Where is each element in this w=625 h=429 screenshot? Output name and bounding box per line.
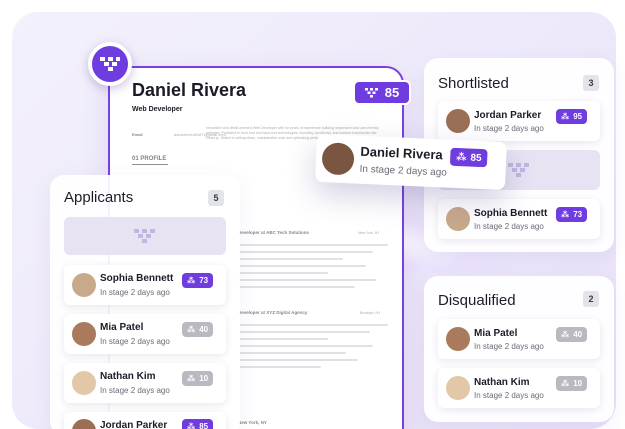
- candidate-card[interactable]: Sophia Bennett In stage 2 days ago ⁂ 73: [64, 265, 226, 305]
- candidate-score: 85: [470, 152, 482, 164]
- candidate-score-badge: ⁂ 73: [182, 273, 214, 288]
- avatar: [321, 142, 355, 176]
- drop-placeholder: [64, 217, 226, 255]
- avatar: [446, 327, 470, 351]
- score-logo-icon: ⁂: [187, 276, 196, 285]
- candidate-score: 10: [199, 374, 209, 383]
- shortlisted-count: 3: [583, 75, 599, 91]
- resume-job-location: Brooklyn, NY: [360, 311, 381, 315]
- candidate-card[interactable]: Jordan Parker In stage 2 days ago ⁂ 95: [438, 101, 600, 141]
- candidate-card[interactable]: Mia Patel In stage 2 days ago ⁂ 40: [438, 319, 600, 359]
- score-logo-icon: ⁂: [561, 379, 570, 388]
- candidate-score-badge: ⁂ 85: [182, 419, 214, 429]
- candidate-score: 95: [573, 112, 583, 121]
- candidate-name: Mia Patel: [100, 322, 144, 333]
- candidate-subtitle: In stage 2 days ago: [100, 337, 170, 346]
- avatar: [72, 371, 96, 395]
- candidate-name: Mia Patel: [474, 328, 518, 339]
- candidate-score: 40: [199, 325, 209, 334]
- disqualified-count: 2: [583, 291, 599, 307]
- avatar: [446, 376, 470, 400]
- candidate-name: Sophia Bennett: [474, 208, 548, 219]
- candidate-score-badge: ⁂ 40: [182, 322, 214, 337]
- candidate-subtitle: In stage 2 days ago: [474, 124, 544, 133]
- candidate-subtitle: In stage 2 days ago: [474, 342, 544, 351]
- brand-logo-badge: [88, 42, 132, 86]
- candidate-score-badge: ⁂ 40: [556, 327, 588, 342]
- candidate-name: Nathan Kim: [100, 371, 156, 382]
- score-logo-icon: [364, 87, 378, 97]
- candidate-name: Jordan Parker: [474, 110, 542, 121]
- candidate-subtitle: In stage 2 days ago: [474, 391, 544, 400]
- candidate-card[interactable]: Nathan Kim In stage 2 days ago ⁂ 10: [438, 368, 600, 408]
- resume-score-value: 85: [384, 85, 400, 100]
- avatar: [72, 322, 96, 346]
- avatar: [446, 109, 470, 133]
- resume-job-bullets: [238, 244, 388, 293]
- candidate-subtitle: In stage 2 days ago: [474, 222, 544, 231]
- applicants-title: Applicants: [64, 189, 134, 206]
- resume-score-badge: 85: [353, 80, 411, 105]
- candidate-name: Sophia Bennett: [100, 273, 174, 284]
- candidate-score-badge: ⁂ 73: [556, 207, 588, 222]
- score-logo-icon: ⁂: [187, 422, 196, 429]
- candidate-score-badge: ⁂ 85: [449, 147, 488, 168]
- score-logo-icon: ⁂: [187, 325, 196, 334]
- placeholder-logo-icon: [134, 229, 155, 243]
- candidate-score: 73: [573, 210, 583, 219]
- resume-job-bullets: [238, 324, 388, 373]
- resume-job-location: New York, NY: [358, 231, 380, 235]
- brand-logo-icon: [100, 57, 120, 71]
- score-logo-icon: ⁂: [561, 112, 570, 121]
- candidate-name: Jordan Parker: [100, 420, 168, 429]
- candidate-score-badge: ⁂ 10: [556, 376, 588, 391]
- candidate-subtitle: In stage 2 days ago: [359, 163, 448, 179]
- candidate-subtitle: In stage 2 days ago: [100, 288, 170, 297]
- candidate-score-badge: ⁂ 10: [182, 371, 214, 386]
- dragged-candidate-card[interactable]: Daniel Rivera In stage 2 days ago ⁂ 85: [315, 133, 507, 191]
- candidate-score: 40: [573, 330, 583, 339]
- shortlisted-title: Shortlisted: [438, 75, 509, 92]
- candidate-score-badge: ⁂ 95: [556, 109, 588, 124]
- resume-job-title: Developer at ABC Tech Solutions: [238, 230, 310, 235]
- candidate-card[interactable]: Mia Patel In stage 2 days ago ⁂ 40: [64, 314, 226, 354]
- applicants-count: 5: [208, 190, 224, 206]
- placeholder-logo-icon: [508, 163, 529, 177]
- candidate-name: Nathan Kim: [474, 377, 530, 388]
- resume-job-title: Developer at XYZ Digital Agency: [238, 310, 308, 315]
- score-logo-icon: ⁂: [456, 151, 467, 163]
- candidate-card[interactable]: Nathan Kim In stage 2 days ago ⁂ 10: [64, 363, 226, 403]
- score-logo-icon: ⁂: [187, 374, 196, 383]
- candidate-score: 85: [199, 422, 209, 429]
- avatar: [72, 419, 96, 429]
- candidate-score: 73: [199, 276, 209, 285]
- score-logo-icon: ⁂: [561, 330, 570, 339]
- candidate-subtitle: In stage 2 days ago: [100, 386, 170, 395]
- disqualified-title: Disqualified: [438, 292, 516, 309]
- resume-job-title: New York, NY: [238, 420, 267, 425]
- candidate-card[interactable]: Sophia Bennett In stage 2 days ago ⁂ 73: [438, 199, 600, 239]
- candidate-name: Daniel Rivera: [360, 143, 444, 163]
- resume-email-label: Email: [132, 132, 143, 137]
- candidate-score: 10: [573, 379, 583, 388]
- avatar: [446, 207, 470, 231]
- score-logo-icon: ⁂: [561, 210, 570, 219]
- avatar: [72, 273, 96, 297]
- resume-profile-heading: 01 PROFILE: [132, 156, 168, 165]
- candidate-card[interactable]: Jordan Parker ⁂ 85: [64, 412, 226, 429]
